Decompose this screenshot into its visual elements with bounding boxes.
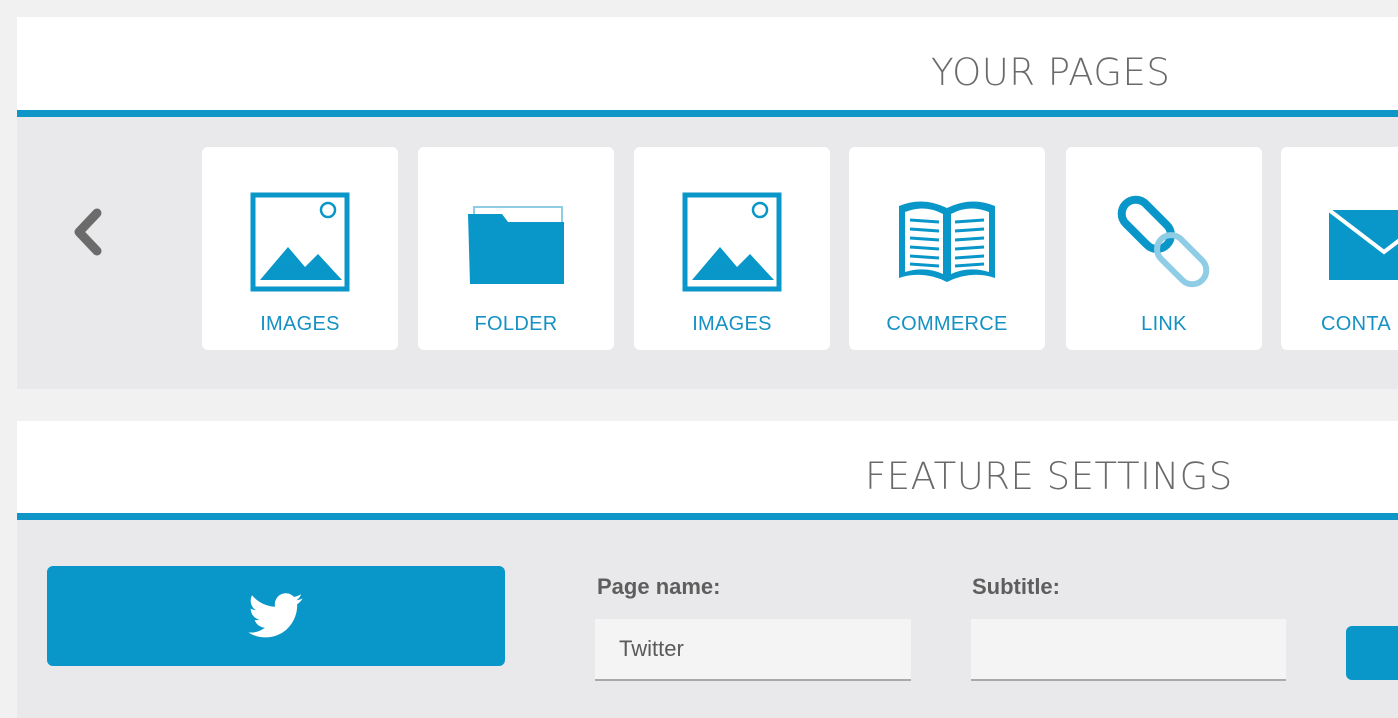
- page-tile-label: FOLDER: [474, 313, 558, 335]
- feature-section-header: FEATURE SETTINGS: [17, 421, 1398, 520]
- image-icon: [250, 192, 350, 292]
- link-icon: [1117, 195, 1210, 288]
- feature-section-title: FEATURE SETTINGS: [865, 455, 1233, 498]
- page-tile-label: IMAGES: [260, 313, 340, 335]
- subtitle-label: Subtitle:: [972, 574, 1060, 599]
- pages-section-header: YOUR PAGES: [17, 17, 1398, 117]
- page-tile-contact[interactable]: CONTA: [1281, 147, 1398, 350]
- save-button[interactable]: [1346, 626, 1398, 680]
- page-tile-link[interactable]: LINK: [1066, 147, 1262, 350]
- feature-settings-panel: Page name: Subtitle:: [17, 520, 1398, 718]
- image-icon: [682, 192, 782, 292]
- page-tile-folder[interactable]: FOLDER: [418, 147, 614, 350]
- book-icon: [899, 201, 995, 282]
- folder-icon: [468, 206, 564, 284]
- twitter-icon: [248, 593, 303, 638]
- subtitle-input[interactable]: [971, 619, 1286, 681]
- page-name-label: Page name:: [597, 574, 721, 599]
- page-tile-commerce[interactable]: COMMERCE: [849, 147, 1045, 350]
- feature-icon-button[interactable]: [47, 566, 505, 666]
- page-name-input[interactable]: [595, 619, 911, 681]
- envelope-icon: [1329, 208, 1398, 280]
- page-tile-label: CONTA: [1321, 313, 1392, 335]
- chevron-left-icon: [74, 208, 102, 256]
- page-tile-images-2[interactable]: IMAGES: [634, 147, 830, 350]
- page-tile-label: COMMERCE: [886, 313, 1008, 335]
- pages-section-title: YOUR PAGES: [931, 51, 1171, 94]
- carousel-prev-button[interactable]: [67, 207, 107, 257]
- page-tile-images[interactable]: IMAGES: [202, 147, 398, 350]
- page-tile-label: IMAGES: [692, 313, 772, 335]
- page-tile-label: LINK: [1141, 313, 1187, 335]
- pages-carousel: IMAGES FOLDER IMAGES COMMERCE LINK CONTA: [17, 117, 1398, 389]
